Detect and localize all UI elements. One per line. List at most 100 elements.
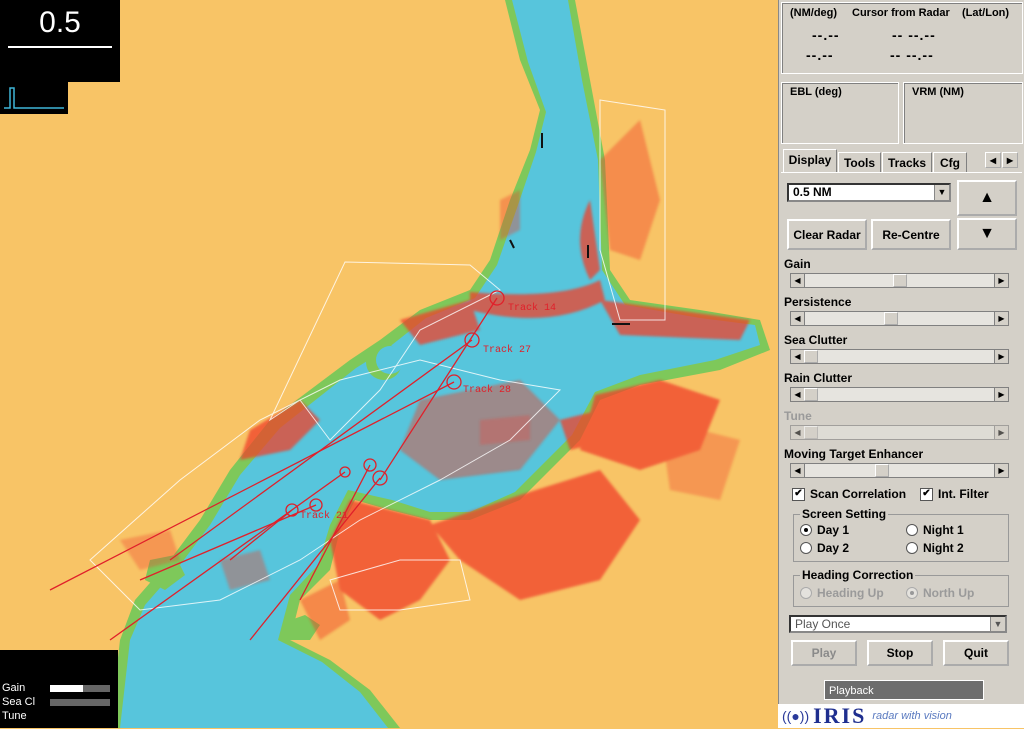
logo-name: IRIS (813, 703, 867, 728)
re-centre-button[interactable]: Re-Centre (871, 219, 951, 250)
range-underline (8, 46, 112, 48)
chevron-down-icon[interactable]: ▼ (990, 617, 1005, 631)
scroll-left-icon[interactable]: ◀ (791, 464, 805, 477)
radar-display[interactable]: Track 14 Track 27 Track 28 Track 21 0.5 … (0, 0, 778, 728)
tab-divider (781, 172, 1022, 173)
radio-selected-icon (906, 587, 918, 599)
iris-logo: ((●)) IRIS radar with vision (778, 703, 1024, 728)
cursor-lat-value: -- --.-- (892, 27, 936, 43)
mte-slider-label: Moving Target Enhancer (784, 447, 924, 461)
playback-mode-select[interactable]: Play Once ▼ (789, 615, 1007, 633)
mte-slider-thumb[interactable] (874, 464, 889, 477)
tab-scroll-left-icon[interactable]: ◀ (985, 152, 1001, 168)
scan-correlation-checkbox[interactable]: ✔ Scan Correlation (792, 487, 906, 501)
persistence-slider[interactable]: ◀ ▶ (790, 311, 1009, 326)
vrm-box: VRM (NM) (903, 82, 1023, 144)
tune-slider-label: Tune (784, 409, 812, 423)
gain-level: Gain (2, 682, 110, 694)
gain-slider-label: Gain (784, 257, 811, 271)
tab-tools[interactable]: Tools (838, 152, 881, 172)
tab-scroll-right-icon[interactable]: ▶ (1002, 152, 1018, 168)
int-filter-label: Int. Filter (938, 487, 989, 501)
day2-radio[interactable]: Day 2 (800, 541, 849, 555)
sea-clutter-slider-label: Sea Clutter (784, 333, 848, 347)
stop-button[interactable]: Stop (867, 640, 933, 666)
scroll-right-icon: ▶ (994, 426, 1008, 439)
scroll-left-icon[interactable]: ◀ (791, 312, 805, 325)
gain-slider-thumb[interactable] (892, 274, 907, 287)
cursor-range-value: --.-- (812, 27, 840, 43)
heading-up-label: Heading Up (817, 586, 884, 600)
rain-clutter-slider[interactable]: ◀ ▶ (790, 387, 1009, 402)
range-value: 0.5 (39, 6, 81, 39)
check-icon[interactable]: ✔ (792, 487, 805, 501)
scroll-right-icon[interactable]: ▶ (994, 388, 1008, 401)
sea-level-bar (50, 698, 110, 706)
radar-map[interactable]: Track 14 Track 27 Track 28 Track 21 (0, 0, 778, 728)
int-filter-checkbox[interactable]: ✔ Int. Filter (920, 487, 989, 501)
range-down-button[interactable]: ▼ (957, 218, 1017, 250)
day2-label: Day 2 (817, 541, 850, 555)
gain-level-fill (50, 684, 83, 692)
radio-selected-icon[interactable] (800, 524, 812, 536)
radio-icon (800, 587, 812, 599)
night1-radio[interactable]: Night 1 (906, 523, 964, 537)
rain-clutter-slider-thumb[interactable] (804, 388, 818, 401)
playback-tooltip: Playback (824, 680, 984, 700)
scroll-right-icon[interactable]: ▶ (994, 312, 1008, 325)
ebl-box: EBL (deg) (781, 82, 899, 144)
heading-up-radio: Heading Up (800, 586, 884, 600)
screen-setting-title: Screen Setting (800, 507, 889, 521)
scroll-right-icon[interactable]: ▶ (994, 350, 1008, 363)
track-label: Track 14 (508, 302, 556, 314)
track-label: Track 27 (483, 344, 531, 356)
arrow-up-icon: ▲ (979, 189, 995, 206)
night2-label: Night 2 (923, 541, 964, 555)
screen-setting-group: Screen Setting Day 1 Night 1 Day 2 Night… (793, 507, 1009, 562)
gain-slider[interactable]: ◀ ▶ (790, 273, 1009, 288)
radio-icon[interactable] (906, 524, 918, 536)
scroll-right-icon[interactable]: ▶ (994, 274, 1008, 287)
range-indicator: 0.5 (0, 0, 120, 82)
sea-clutter-slider[interactable]: ◀ ▶ (790, 349, 1009, 364)
tab-cfg[interactable]: Cfg (933, 152, 967, 172)
readout-units-right: (Lat/Lon) (962, 7, 1010, 19)
quit-button[interactable]: Quit (943, 640, 1009, 666)
north-up-label: North Up (923, 586, 975, 600)
tune-slider-thumb (804, 426, 818, 439)
control-panel: (NM/deg) Cursor from Radar (Lat/Lon) --.… (778, 0, 1024, 728)
persistence-slider-label: Persistence (784, 295, 852, 309)
mte-slider[interactable]: ◀ ▶ (790, 463, 1009, 478)
scroll-left-icon[interactable]: ◀ (791, 274, 805, 287)
cursor-bearing-value: --.-- (806, 47, 834, 63)
play-button[interactable]: Play (791, 640, 857, 666)
scroll-left-icon[interactable]: ◀ (791, 388, 805, 401)
playback-mode-value: Play Once (795, 617, 851, 631)
tab-display[interactable]: Display (783, 149, 837, 172)
ebl-label: EBL (deg) (790, 86, 842, 98)
day1-radio[interactable]: Day 1 (800, 523, 849, 537)
tab-tracks[interactable]: Tracks (882, 152, 932, 172)
radio-icon[interactable] (800, 542, 812, 554)
logo-tagline: radar with vision (872, 710, 952, 722)
north-up-radio: North Up (906, 586, 974, 600)
night2-radio[interactable]: Night 2 (906, 541, 964, 555)
persistence-slider-thumb[interactable] (883, 312, 898, 325)
chevron-down-icon[interactable]: ▼ (934, 185, 949, 200)
day1-label: Day 1 (817, 523, 850, 537)
sea-clutter-slider-thumb[interactable] (804, 350, 818, 363)
check-icon[interactable]: ✔ (920, 487, 933, 501)
range-up-button[interactable]: ▲ (957, 180, 1017, 216)
clear-radar-button[interactable]: Clear Radar (787, 219, 867, 250)
scroll-right-icon[interactable]: ▶ (994, 464, 1008, 477)
cursor-readout: (NM/deg) Cursor from Radar (Lat/Lon) --.… (781, 2, 1023, 74)
scroll-left-icon[interactable]: ◀ (791, 350, 805, 363)
radio-icon[interactable] (906, 542, 918, 554)
scan-correlation-label: Scan Correlation (810, 487, 907, 501)
vrm-label: VRM (NM) (912, 86, 964, 98)
heading-correction-group: Heading Correction Heading Up North Up (793, 568, 1009, 607)
cursor-lon-value: -- --.-- (890, 47, 934, 63)
range-select[interactable]: 0.5 NM ▼ (787, 183, 951, 202)
track-label: Track 28 (463, 384, 511, 396)
tune-slider: ◀ ▶ (790, 425, 1009, 440)
